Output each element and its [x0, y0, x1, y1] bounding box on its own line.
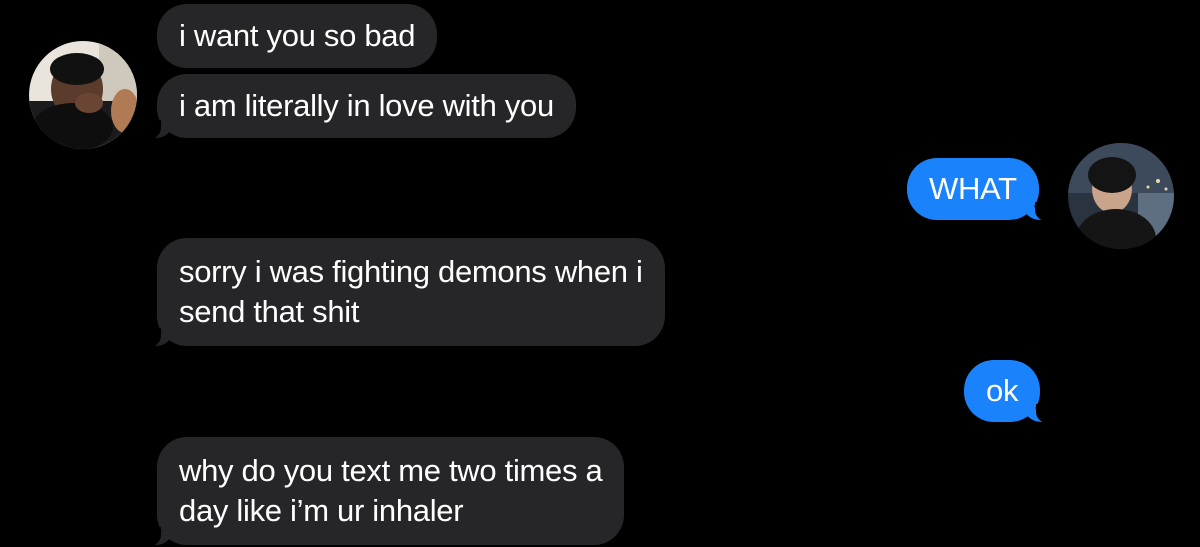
message-thread: i want you so bad i am literally in love… [0, 0, 1200, 547]
message-text-line: sorry i was fighting demons when i [179, 254, 643, 289]
incoming-message-bubble[interactable]: i want you so bad [157, 4, 438, 68]
message-text-line: day like i’m ur inhaler [179, 493, 464, 528]
contact-avatar[interactable] [29, 41, 137, 149]
message-text: i want you so bad [179, 18, 416, 53]
message-text-line: why do you text me two times a [179, 453, 603, 488]
message-text: i am literally in love with you [179, 88, 554, 123]
message-text: ok [986, 373, 1019, 408]
incoming-message-bubble[interactable]: i am literally in love with you [143, 74, 576, 140]
message-text: WHAT [929, 171, 1017, 206]
user-avatar[interactable] [1068, 143, 1174, 249]
incoming-message-bubble[interactable]: why do you text me two times a day like … [142, 437, 625, 547]
outgoing-message-bubble[interactable]: ok [964, 360, 1055, 424]
message-text-line: send that shit [179, 294, 360, 329]
incoming-message-bubble[interactable]: sorry i was fighting demons when i send … [143, 238, 665, 348]
outgoing-message-bubble[interactable]: WHAT [907, 158, 1053, 222]
